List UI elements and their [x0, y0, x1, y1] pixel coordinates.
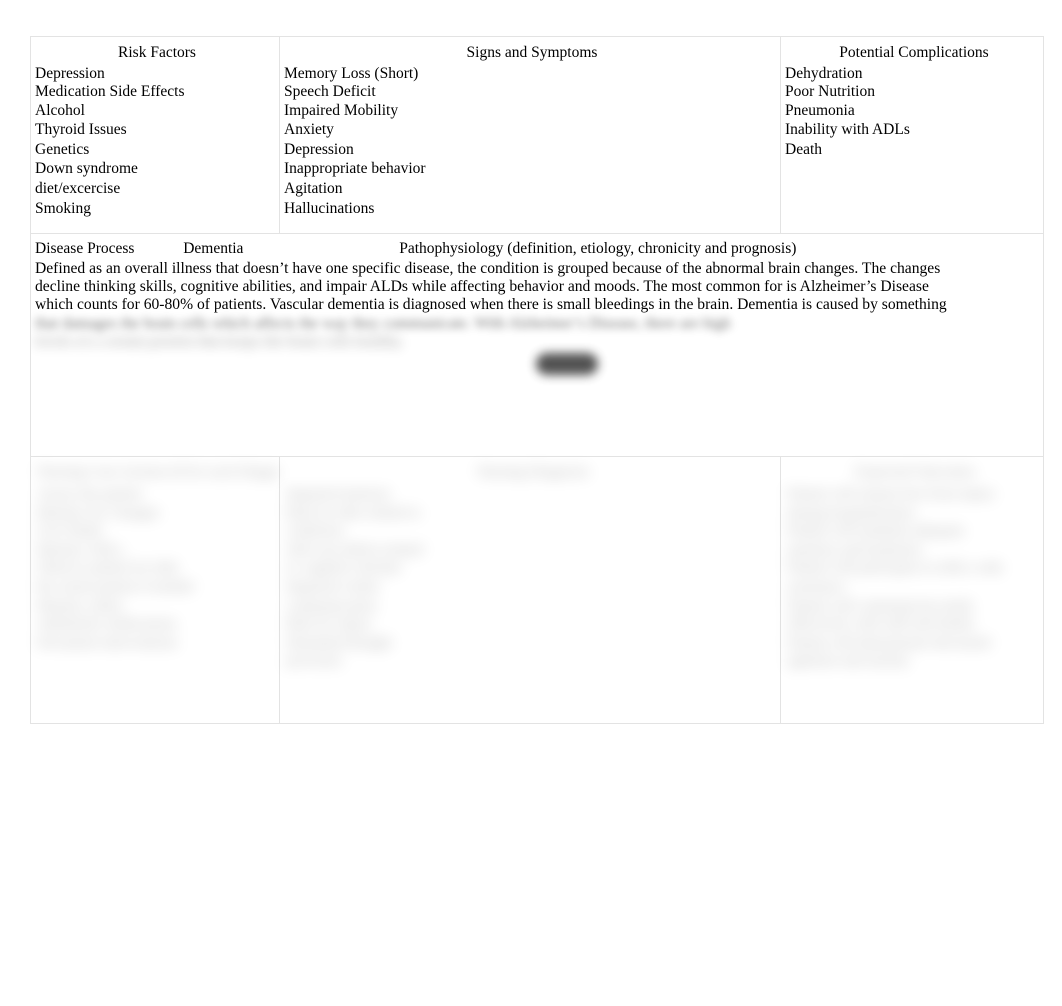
nursing-diagnosis-item: communication — [286, 597, 377, 614]
nursing-diagnosis-item: processes — [286, 653, 342, 670]
complication-item: Death — [785, 140, 823, 158]
redacted-text-blob — [536, 353, 598, 375]
pathophysiology-label: Pathophysiology (definition, etiology, c… — [399, 240, 797, 257]
pathophysiology-header-line: Disease Process Dementia Pathophysiology… — [35, 239, 1043, 259]
expected-outcome-item: Patient will maintain adequate — [787, 523, 965, 540]
disease-name: Dementia — [183, 240, 244, 257]
symptom-item: Inappropriate behavior — [284, 160, 426, 178]
top-row: Risk Factors Depression Medication Side … — [30, 36, 1044, 234]
expected-outcome-item: agitation and anxiety — [787, 653, 910, 670]
risk-factor-item: Alcohol — [35, 101, 85, 119]
risk-factor-item: Medication Side Effects — [35, 83, 185, 101]
nursing-diagnosis-item: Disturbed thought — [286, 634, 392, 651]
nursing-diagnosis-title: Nursing Diagnosis — [476, 464, 590, 480]
signs-and-symptoms-title: Signs and Symptoms — [466, 44, 598, 61]
pathophysiology-cell: Disease Process Dementia Pathophysiology… — [30, 233, 1044, 457]
nursing-care-action-item: Monitor for Changes — [37, 504, 160, 521]
risk-factors-cell: Risk Factors Depression Medication Side … — [30, 36, 280, 234]
concept-map-table: Risk Factors Depression Medication Side … — [30, 36, 1044, 724]
risk-factors-title: Risk Factors — [118, 44, 196, 61]
symptom-item: Hallucinations — [284, 199, 375, 217]
nursing-diagnosis-item: Self-care deficit related — [286, 541, 423, 558]
risk-factor-item: Down syndrome — [35, 160, 138, 178]
complication-item: Dehydration — [785, 65, 863, 82]
pathophysiology-text-line: decline thinking skills, cognitive abili… — [35, 278, 929, 296]
risk-factor-item: Thyroid Issues — [35, 121, 127, 139]
nursing-diagnosis-item: Impaired verbal — [286, 578, 379, 595]
risk-factor-item: diet/excercise — [35, 180, 121, 197]
expected-outcome-item: nutrition and hydration — [787, 541, 922, 558]
nursing-care-actions-cell: Nursing Care Actions (8 for each Diagnos… — [30, 456, 280, 724]
symptom-item: Anxiety — [284, 121, 334, 139]
nursing-care-action-item: Administer medications — [37, 616, 177, 633]
nursing-diagnosis-item: Risk for falls related to — [286, 504, 421, 521]
expected-outcomes-cell: Expected Outcomes Patient will remain fr… — [780, 456, 1044, 724]
expected-outcomes-title: Expected Outcomes — [854, 464, 976, 480]
complication-item: Inability with ADLs — [785, 121, 910, 139]
nursing-diagnosis-item: Impaired memory — [286, 486, 391, 502]
nursing-diagnosis-item: confusion — [286, 523, 344, 540]
expected-outcome-item: assistance — [787, 578, 846, 595]
pathophysiology-text-line: which counts for 60-80% of patients. Vas… — [35, 296, 947, 314]
expected-outcome-item: Patient will participate in ADLs with — [787, 560, 1003, 577]
bottom-row: Nursing Care Actions (8 for each Diagnos… — [30, 456, 1044, 724]
pathophysiology-text-line-obscured: that damages the brain cells which affec… — [35, 314, 731, 332]
expected-outcome-item: Patient will demonstrate decreased — [787, 634, 991, 651]
risk-factor-item: Depression — [35, 65, 105, 82]
nursing-diagnosis-item: to cognitive decline — [286, 560, 402, 577]
expected-outcome-item: Patient will remain free from injury — [787, 486, 995, 502]
nursing-care-action-item: Monitor safety — [37, 597, 124, 614]
nursing-care-action-item: Give fluids — [37, 523, 103, 540]
complication-item: Pneumonia — [785, 101, 855, 119]
complication-item: Poor Nutrition — [785, 83, 875, 101]
risk-factor-item: Genetics — [35, 140, 90, 158]
pathophysiology-text-line-obscured: levels of a certain protein that keeps t… — [35, 332, 405, 350]
nursing-care-action-item: Re-orient patient if needed — [37, 578, 194, 595]
nursing-care-action-item: Document interventions — [37, 634, 178, 651]
symptom-item: Impaired Mobility — [284, 101, 399, 119]
document-page: Risk Factors Depression Medication Side … — [0, 0, 1062, 1006]
symptom-item: Speech Deficit — [284, 83, 376, 101]
expected-outcome-item: effectively with staff and family — [787, 616, 975, 633]
nursing-diagnosis-cell: Nursing Diagnosis Impaired memory Risk f… — [279, 456, 781, 724]
signs-and-symptoms-cell: Signs and Symptoms Memory Loss (Short) S… — [279, 36, 781, 234]
expected-outcome-item: during hospitalization — [787, 504, 915, 521]
expected-outcome-item: Patient will communicate needs — [787, 597, 974, 614]
potential-complications-cell: Potential Complications Dehydration Poor… — [780, 36, 1044, 234]
nursing-diagnosis-item: Risk for injury — [286, 616, 372, 633]
pathophysiology-text-line: Defined as an overall illness that doesn… — [35, 260, 941, 277]
disease-process-label: Disease Process — [35, 240, 135, 257]
potential-complications-title: Potential Complications — [839, 44, 989, 61]
symptom-item: Agitation — [284, 180, 343, 197]
symptom-item: Memory Loss (Short) — [284, 65, 419, 82]
nursing-care-action-item: Observe patient for falls — [37, 560, 179, 577]
nursing-care-actions-title: Nursing Care Actions (8 for each Diagnos… — [37, 464, 279, 480]
risk-factor-item: Smoking — [35, 199, 91, 217]
middle-row: Disease Process Dementia Pathophysiology… — [30, 233, 1044, 457]
nursing-care-action-item: Assess the patient — [37, 486, 142, 502]
symptom-item: Depression — [284, 140, 354, 158]
nursing-care-action-item: Monitor ADLs — [37, 541, 124, 558]
